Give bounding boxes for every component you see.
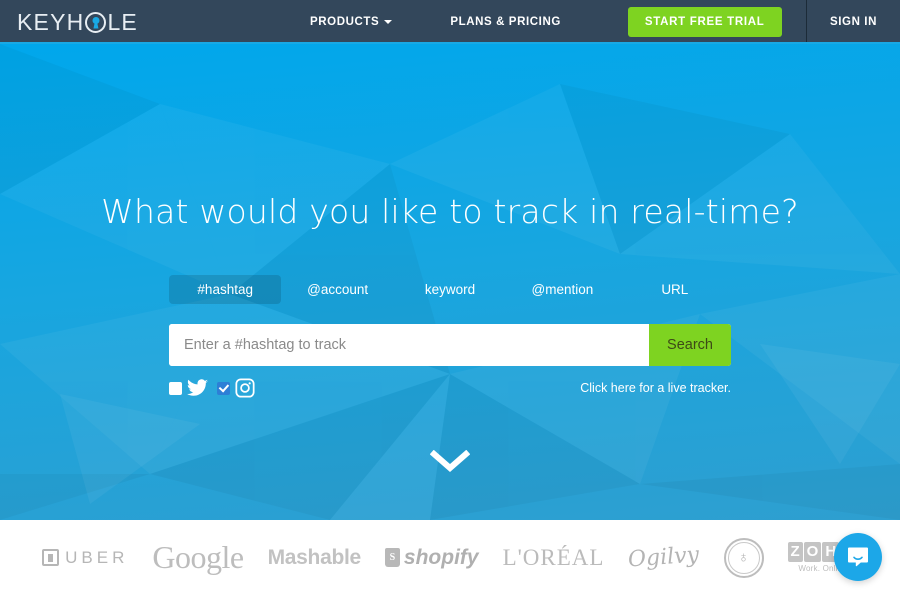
client-logo-google: Google	[152, 539, 244, 575]
chat-widget-button[interactable]	[834, 533, 882, 581]
seal-eagle-glyph: ♁	[737, 549, 750, 566]
nav-links: PRODUCTS PLANS & PRICING START FREE TRIA…	[310, 7, 782, 37]
hero-content: What would you like to track in real-tim…	[0, 44, 900, 474]
tab-account[interactable]: @account	[281, 275, 393, 304]
client-logo-mashable: Mashable	[267, 545, 362, 569]
client-logo-government-seal: ♁	[723, 537, 764, 578]
client-logo-uber-label: UBER	[65, 547, 129, 567]
scroll-down-wrap	[0, 450, 900, 474]
client-logo-ogilvy: Ogilvy	[627, 542, 701, 573]
chevron-down-icon	[384, 20, 393, 24]
nav-link-plans-pricing-label: PLANS & PRICING	[450, 16, 561, 28]
twitter-icon	[187, 379, 208, 396]
hero-section: What would you like to track in real-tim…	[0, 44, 900, 520]
channel-toggles	[169, 378, 255, 398]
government-seal-icon: ♁	[723, 537, 764, 578]
keyhole-icon	[85, 11, 107, 33]
logo-wordmark: KEYH LE	[17, 8, 138, 35]
shopify-bag-icon: S	[384, 548, 400, 567]
navbar: KEYH LE PRODUCTS PLANS & PRICING START F…	[0, 0, 900, 44]
tab-url[interactable]: URL	[619, 275, 731, 304]
chevron-down-icon[interactable]	[430, 450, 470, 474]
search-button[interactable]: Search	[649, 324, 731, 366]
logo-text-before: KEYH	[17, 8, 85, 35]
nav-link-products-label: PRODUCTS	[309, 16, 380, 28]
page-root: KEYH LE PRODUCTS PLANS & PRICING START F…	[0, 0, 900, 595]
start-free-trial-button[interactable]: START FREE TRIAL	[627, 7, 782, 37]
tab-hashtag[interactable]: #hashtag	[169, 275, 282, 304]
nav-link-products[interactable]: PRODUCTS	[309, 16, 393, 28]
instagram-checkbox[interactable]	[217, 381, 230, 395]
zoho-letter-o1: O	[803, 542, 822, 562]
channel-twitter[interactable]	[169, 379, 208, 397]
live-tracker-link[interactable]: Click here for a live tracker.	[580, 381, 731, 395]
zoho-letter-z: Z	[787, 542, 803, 562]
page-title: What would you like to track in real-tim…	[101, 192, 799, 231]
client-logo-strip: UBER Google Mashable S shopify L'ORÉAL O…	[0, 520, 900, 595]
nav-right: SIGN IN	[805, 0, 900, 44]
client-logo-uber: UBER	[42, 548, 128, 568]
client-logo-loreal: L'ORÉAL	[502, 544, 605, 570]
chat-bubble-icon	[848, 547, 868, 567]
tab-mention[interactable]: @mention	[506, 275, 618, 304]
tab-keyword[interactable]: keyword	[394, 275, 506, 304]
logo-text-after: LE	[107, 8, 138, 35]
client-logo-shopify: S shopify	[384, 545, 479, 570]
instagram-icon	[235, 378, 255, 398]
search-type-tabs: #hashtag @account keyword @mention URL	[169, 275, 731, 304]
search-input[interactable]	[169, 324, 650, 366]
nav-link-plans-pricing[interactable]: PLANS & PRICING	[450, 16, 561, 28]
sign-in-link[interactable]: SIGN IN	[807, 16, 900, 28]
uber-mark-icon	[42, 549, 60, 566]
search-bar: Search	[169, 324, 731, 366]
logo[interactable]: KEYH LE	[17, 0, 138, 44]
client-logo-shopify-label: shopify	[403, 545, 479, 569]
channel-instagram[interactable]	[217, 378, 255, 398]
twitter-checkbox[interactable]	[169, 381, 182, 395]
search-options-row: Click here for a live tracker.	[169, 378, 731, 398]
